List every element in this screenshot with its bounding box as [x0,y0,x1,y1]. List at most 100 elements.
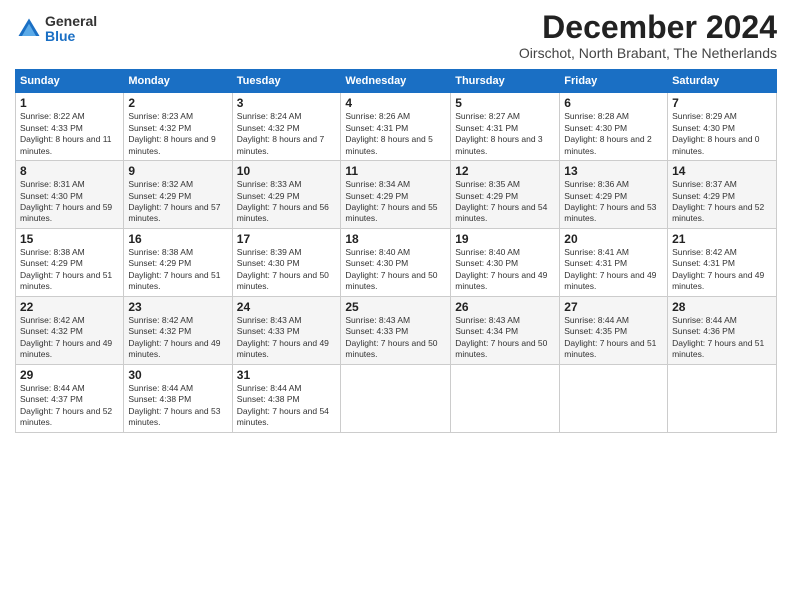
day-info: Sunrise: 8:38 AMSunset: 4:29 PMDaylight:… [20,247,112,291]
cell-week5-day0: 29 Sunrise: 8:44 AMSunset: 4:37 PMDaylig… [16,364,124,432]
day-info: Sunrise: 8:27 AMSunset: 4:31 PMDaylight:… [455,111,542,155]
header-saturday: Saturday [668,70,777,93]
cell-week3-day0: 15 Sunrise: 8:38 AMSunset: 4:29 PMDaylig… [16,228,124,296]
day-number: 29 [20,368,119,382]
day-number: 10 [237,164,337,178]
cell-week5-day6 [668,364,777,432]
day-info: Sunrise: 8:42 AMSunset: 4:31 PMDaylight:… [672,247,764,291]
day-info: Sunrise: 8:28 AMSunset: 4:30 PMDaylight:… [564,111,651,155]
day-info: Sunrise: 8:44 AMSunset: 4:37 PMDaylight:… [20,383,112,427]
day-number: 28 [672,300,772,314]
header-friday: Friday [560,70,668,93]
day-number: 26 [455,300,555,314]
day-info: Sunrise: 8:35 AMSunset: 4:29 PMDaylight:… [455,179,547,223]
logo-icon [15,15,43,43]
day-number: 25 [345,300,446,314]
day-number: 19 [455,232,555,246]
calendar-table: Sunday Monday Tuesday Wednesday Thursday… [15,69,777,432]
day-info: Sunrise: 8:40 AMSunset: 4:30 PMDaylight:… [345,247,437,291]
title-block: December 2024 Oirschot, North Brabant, T… [519,10,777,61]
day-info: Sunrise: 8:43 AMSunset: 4:33 PMDaylight:… [345,315,437,359]
day-number: 2 [128,96,227,110]
header-monday: Monday [124,70,232,93]
day-info: Sunrise: 8:22 AMSunset: 4:33 PMDaylight:… [20,111,112,155]
week-row-3: 15 Sunrise: 8:38 AMSunset: 4:29 PMDaylig… [16,228,777,296]
cell-week2-day3: 11 Sunrise: 8:34 AMSunset: 4:29 PMDaylig… [341,161,451,229]
day-number: 9 [128,164,227,178]
cell-week3-day4: 19 Sunrise: 8:40 AMSunset: 4:30 PMDaylig… [451,228,560,296]
cell-week5-day1: 30 Sunrise: 8:44 AMSunset: 4:38 PMDaylig… [124,364,232,432]
day-info: Sunrise: 8:33 AMSunset: 4:29 PMDaylight:… [237,179,329,223]
day-number: 20 [564,232,663,246]
calendar-header-row: Sunday Monday Tuesday Wednesday Thursday… [16,70,777,93]
cell-week3-day3: 18 Sunrise: 8:40 AMSunset: 4:30 PMDaylig… [341,228,451,296]
cell-week4-day2: 24 Sunrise: 8:43 AMSunset: 4:33 PMDaylig… [232,296,341,364]
cell-week1-day2: 3 Sunrise: 8:24 AMSunset: 4:32 PMDayligh… [232,93,341,161]
cell-week1-day6: 7 Sunrise: 8:29 AMSunset: 4:30 PMDayligh… [668,93,777,161]
header: General Blue December 2024 Oirschot, Nor… [15,10,777,61]
logo-blue-text: Blue [45,29,97,44]
day-number: 4 [345,96,446,110]
cell-week5-day2: 31 Sunrise: 8:44 AMSunset: 4:38 PMDaylig… [232,364,341,432]
day-info: Sunrise: 8:32 AMSunset: 4:29 PMDaylight:… [128,179,220,223]
day-info: Sunrise: 8:36 AMSunset: 4:29 PMDaylight:… [564,179,656,223]
cell-week4-day6: 28 Sunrise: 8:44 AMSunset: 4:36 PMDaylig… [668,296,777,364]
cell-week5-day4 [451,364,560,432]
day-info: Sunrise: 8:37 AMSunset: 4:29 PMDaylight:… [672,179,764,223]
day-number: 30 [128,368,227,382]
cell-week3-day2: 17 Sunrise: 8:39 AMSunset: 4:30 PMDaylig… [232,228,341,296]
day-info: Sunrise: 8:43 AMSunset: 4:33 PMDaylight:… [237,315,329,359]
day-number: 1 [20,96,119,110]
day-info: Sunrise: 8:41 AMSunset: 4:31 PMDaylight:… [564,247,656,291]
cell-week4-day1: 23 Sunrise: 8:42 AMSunset: 4:32 PMDaylig… [124,296,232,364]
day-number: 3 [237,96,337,110]
day-number: 16 [128,232,227,246]
header-wednesday: Wednesday [341,70,451,93]
day-info: Sunrise: 8:34 AMSunset: 4:29 PMDaylight:… [345,179,437,223]
logo-text: General Blue [45,14,97,45]
day-info: Sunrise: 8:29 AMSunset: 4:30 PMDaylight:… [672,111,759,155]
day-number: 21 [672,232,772,246]
day-info: Sunrise: 8:43 AMSunset: 4:34 PMDaylight:… [455,315,547,359]
day-number: 5 [455,96,555,110]
day-number: 27 [564,300,663,314]
day-info: Sunrise: 8:44 AMSunset: 4:35 PMDaylight:… [564,315,656,359]
day-number: 17 [237,232,337,246]
day-info: Sunrise: 8:42 AMSunset: 4:32 PMDaylight:… [20,315,112,359]
cell-week2-day5: 13 Sunrise: 8:36 AMSunset: 4:29 PMDaylig… [560,161,668,229]
header-thursday: Thursday [451,70,560,93]
month-title: December 2024 [519,10,777,45]
day-number: 24 [237,300,337,314]
day-info: Sunrise: 8:44 AMSunset: 4:36 PMDaylight:… [672,315,764,359]
week-row-2: 8 Sunrise: 8:31 AMSunset: 4:30 PMDayligh… [16,161,777,229]
day-number: 8 [20,164,119,178]
day-number: 11 [345,164,446,178]
day-number: 7 [672,96,772,110]
logo-general-text: General [45,14,97,29]
day-number: 23 [128,300,227,314]
cell-week2-day4: 12 Sunrise: 8:35 AMSunset: 4:29 PMDaylig… [451,161,560,229]
week-row-5: 29 Sunrise: 8:44 AMSunset: 4:37 PMDaylig… [16,364,777,432]
day-info: Sunrise: 8:44 AMSunset: 4:38 PMDaylight:… [128,383,220,427]
week-row-4: 22 Sunrise: 8:42 AMSunset: 4:32 PMDaylig… [16,296,777,364]
logo: General Blue [15,14,97,45]
header-tuesday: Tuesday [232,70,341,93]
cell-week2-day2: 10 Sunrise: 8:33 AMSunset: 4:29 PMDaylig… [232,161,341,229]
page: General Blue December 2024 Oirschot, Nor… [0,0,792,612]
header-sunday: Sunday [16,70,124,93]
cell-week1-day5: 6 Sunrise: 8:28 AMSunset: 4:30 PMDayligh… [560,93,668,161]
cell-week1-day1: 2 Sunrise: 8:23 AMSunset: 4:32 PMDayligh… [124,93,232,161]
day-info: Sunrise: 8:31 AMSunset: 4:30 PMDaylight:… [20,179,112,223]
week-row-1: 1 Sunrise: 8:22 AMSunset: 4:33 PMDayligh… [16,93,777,161]
cell-week3-day6: 21 Sunrise: 8:42 AMSunset: 4:31 PMDaylig… [668,228,777,296]
cell-week3-day1: 16 Sunrise: 8:38 AMSunset: 4:29 PMDaylig… [124,228,232,296]
cell-week1-day0: 1 Sunrise: 8:22 AMSunset: 4:33 PMDayligh… [16,93,124,161]
cell-week1-day4: 5 Sunrise: 8:27 AMSunset: 4:31 PMDayligh… [451,93,560,161]
cell-week4-day3: 25 Sunrise: 8:43 AMSunset: 4:33 PMDaylig… [341,296,451,364]
day-info: Sunrise: 8:26 AMSunset: 4:31 PMDaylight:… [345,111,432,155]
day-info: Sunrise: 8:42 AMSunset: 4:32 PMDaylight:… [128,315,220,359]
cell-week4-day4: 26 Sunrise: 8:43 AMSunset: 4:34 PMDaylig… [451,296,560,364]
day-number: 31 [237,368,337,382]
location: Oirschot, North Brabant, The Netherlands [519,45,777,61]
cell-week2-day1: 9 Sunrise: 8:32 AMSunset: 4:29 PMDayligh… [124,161,232,229]
